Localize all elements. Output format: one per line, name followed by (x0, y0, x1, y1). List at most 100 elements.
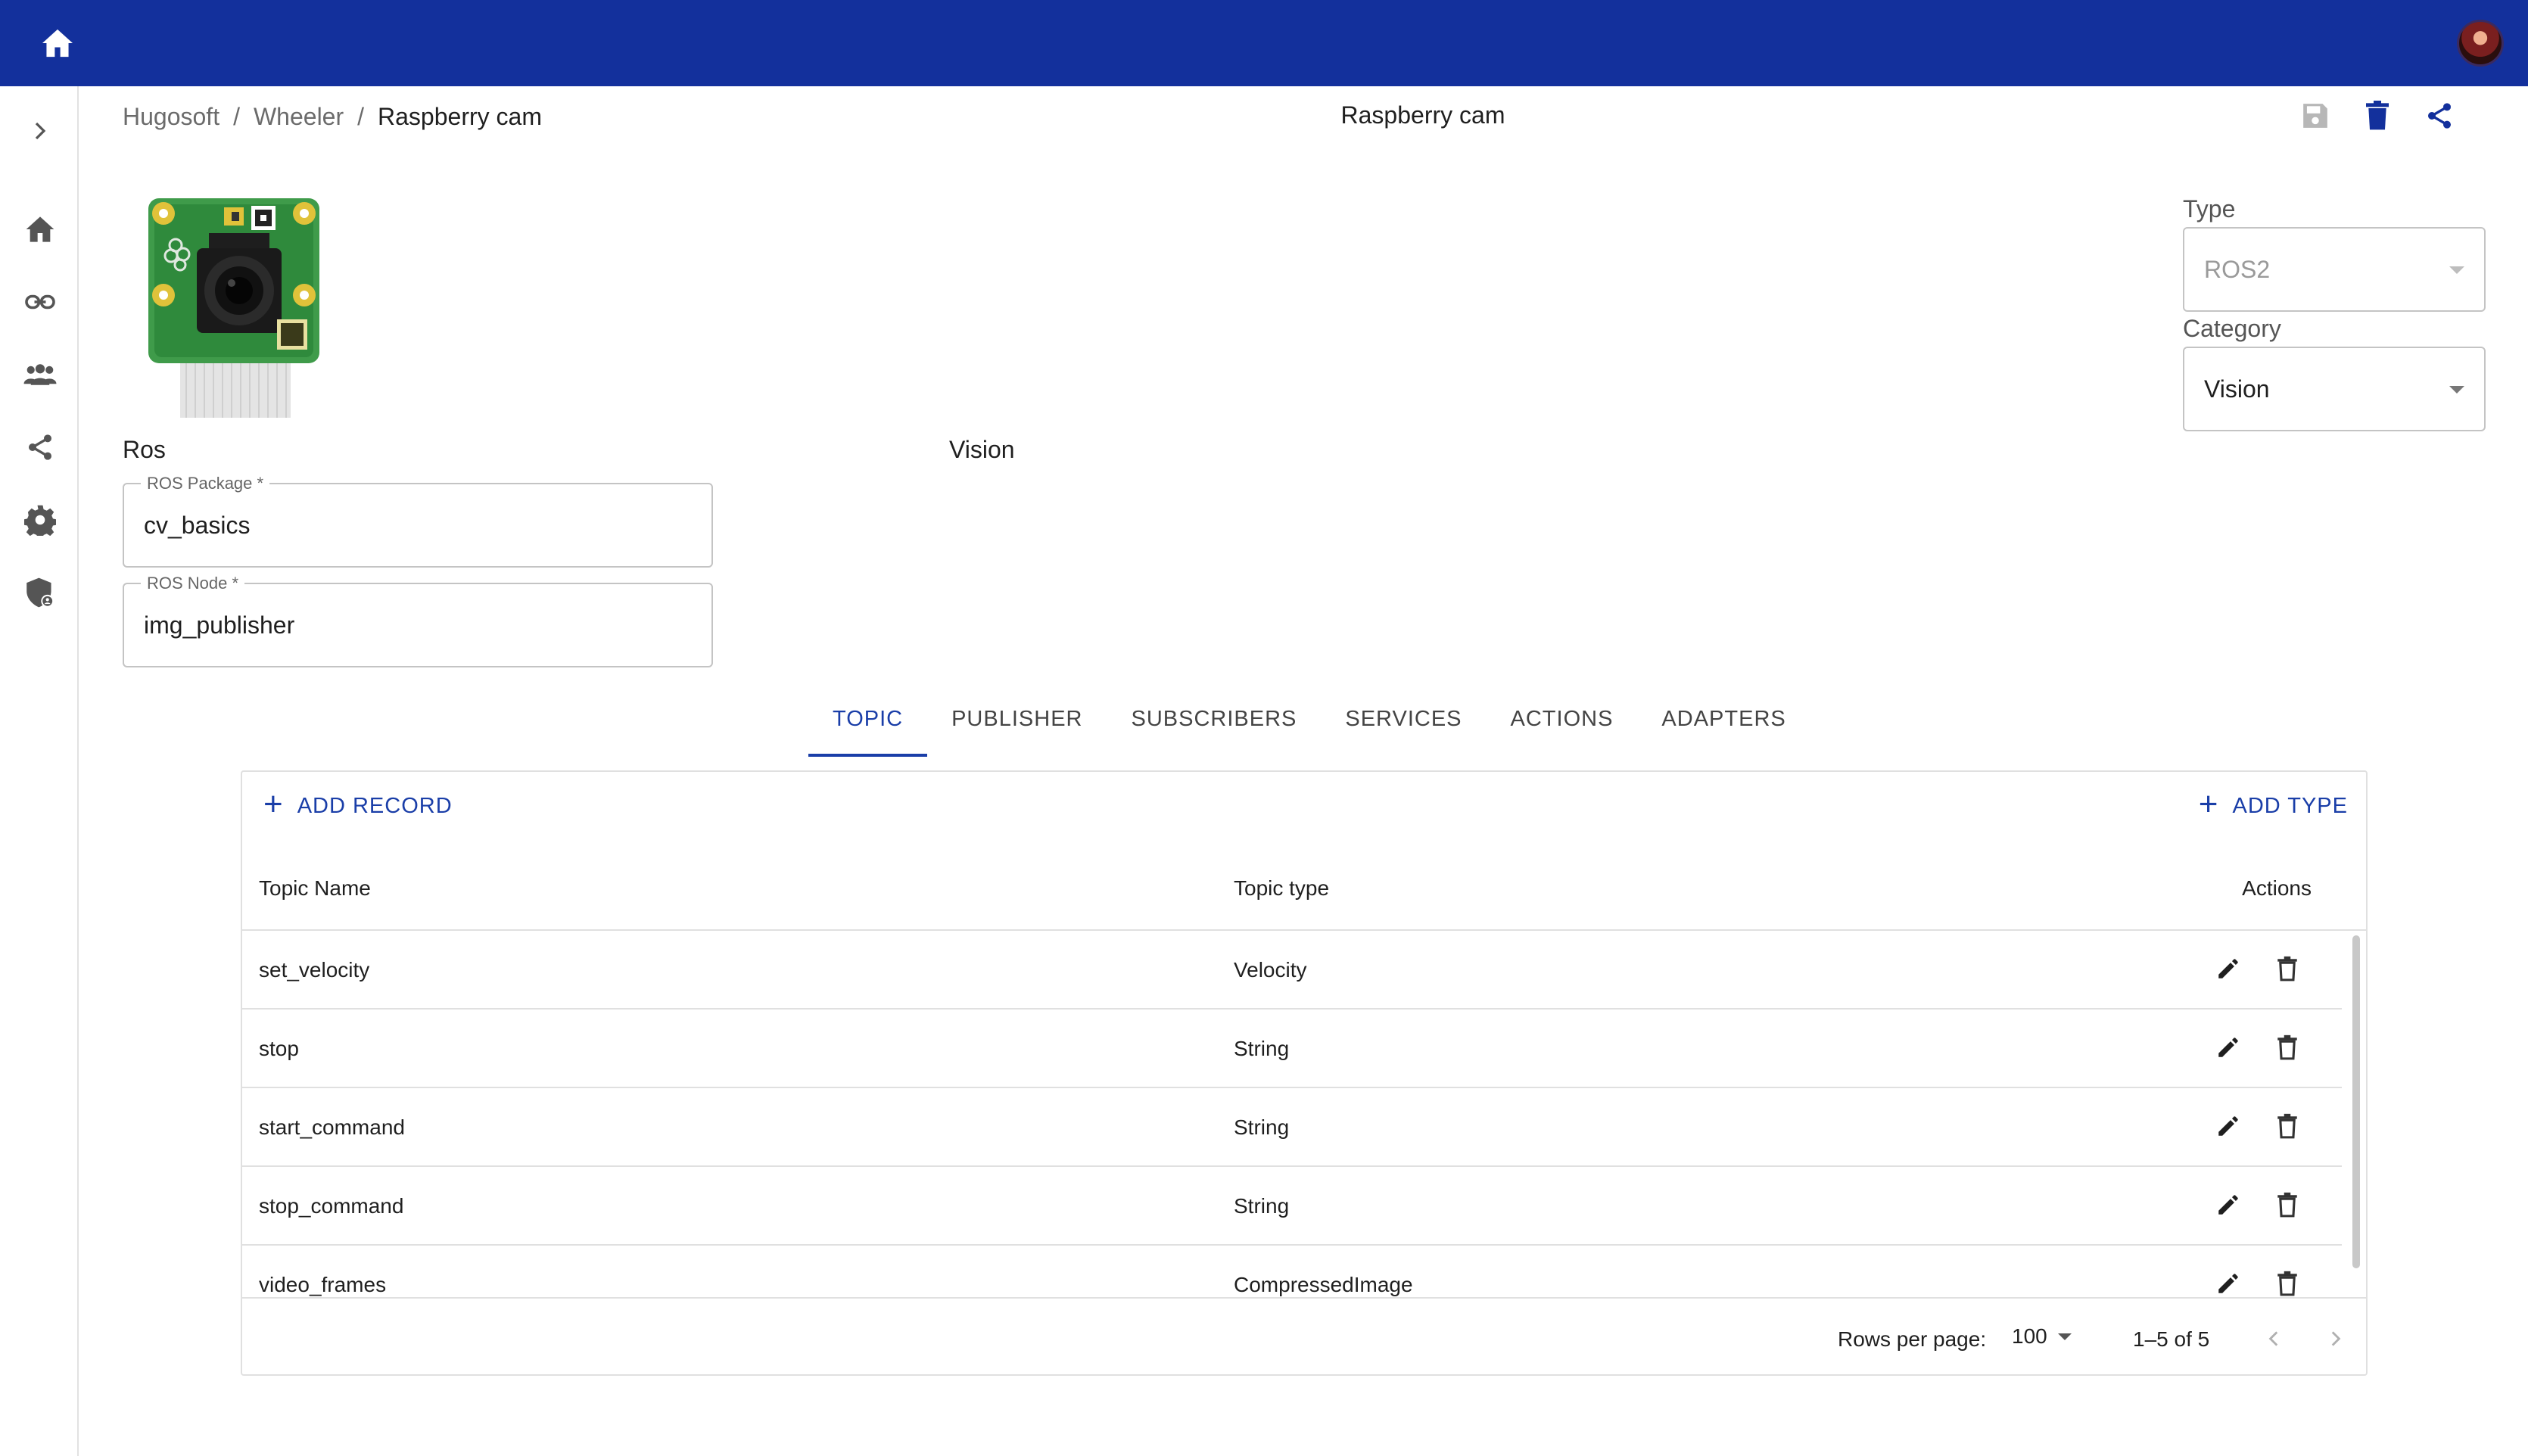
tab-publisher[interactable]: PUBLISHER (927, 681, 1107, 757)
column-header-actions: Actions (2242, 876, 2312, 900)
delete-row-button[interactable] (2266, 1105, 2309, 1147)
home-icon (42, 29, 73, 58)
tab-adapters[interactable]: ADAPTERS (1637, 681, 1810, 757)
delete-button[interactable] (2357, 95, 2398, 136)
tab-topic[interactable]: TOPIC (808, 681, 928, 757)
ros-node-field: ROS Node * (123, 574, 713, 667)
breadcrumb-item-wheeler[interactable]: Wheeler (254, 103, 344, 131)
table-row[interactable]: video_frames CompressedImage (242, 1246, 2342, 1297)
previous-page-button[interactable] (2256, 1320, 2293, 1358)
ros-node-label: ROS Node * (141, 574, 245, 593)
edit-button[interactable] (2207, 1262, 2249, 1297)
sidebar-item-home[interactable] (18, 207, 62, 251)
share-icon (2428, 103, 2451, 129)
chevron-right-icon (35, 122, 46, 140)
user-avatar[interactable] (2457, 20, 2504, 67)
table-row[interactable]: start_command String (242, 1088, 2342, 1167)
settings-icon (24, 505, 56, 536)
grid-header: Topic Name Topic type Actions (242, 838, 2366, 931)
sidebar-item-groups[interactable] (18, 353, 62, 397)
type-select[interactable]: ROS2 (2183, 227, 2486, 312)
sidebar (0, 86, 79, 1456)
category-select[interactable]: Vision (2183, 347, 2486, 431)
table-row[interactable]: set_velocity Velocity (242, 931, 2342, 1010)
rows-per-page-select[interactable]: 100 (2012, 1324, 2072, 1349)
admin-shield-icon (26, 577, 54, 608)
topic-type-cell: CompressedImage (1234, 1273, 1413, 1296)
edit-button[interactable] (2207, 1026, 2249, 1069)
topic-type-cell: Velocity (1234, 958, 1307, 982)
topic-name-cell: stop_command (259, 1194, 404, 1218)
pencil-icon (2218, 1195, 2238, 1215)
delete-row-button[interactable] (2266, 1026, 2309, 1069)
home-button[interactable] (30, 21, 85, 65)
save-button[interactable] (2295, 95, 2336, 136)
edit-button[interactable] (2207, 947, 2249, 990)
sidebar-item-links[interactable] (18, 280, 62, 324)
topic-grid: + ADD RECORD + ADD TYPE Topic Name Topic… (241, 770, 2368, 1376)
trash-outline-icon (2277, 1192, 2297, 1218)
share-icon (29, 434, 51, 460)
tab-services[interactable]: SERVICES (1321, 681, 1486, 757)
column-header-topic-name[interactable]: Topic Name (259, 876, 371, 901)
add-type-button[interactable]: + ADD TYPE (2187, 786, 2360, 826)
ros-package-label: ROS Package * (141, 474, 270, 493)
plus-icon: + (2198, 786, 2219, 823)
plus-icon: + (263, 786, 284, 823)
delete-row-button[interactable] (2266, 1184, 2309, 1226)
scrollbar-thumb[interactable] (2352, 935, 2360, 1268)
delete-row-button[interactable] (2266, 947, 2309, 990)
topic-type-cell: String (1234, 1037, 1290, 1060)
ros-package-field: ROS Package * (123, 474, 713, 568)
category-select-label: Category (2183, 315, 2281, 342)
breadcrumb: Hugosoft / Wheeler / Raspberry cam (123, 101, 542, 132)
table-row[interactable]: stop String (242, 1010, 2342, 1088)
type-select-label: Type (2183, 195, 2236, 222)
edit-button[interactable] (2207, 1105, 2249, 1147)
share-button[interactable] (2419, 95, 2460, 136)
tab-bar: TOPIC PUBLISHER SUBSCRIBERS SERVICES ACT… (808, 681, 1810, 757)
pencil-icon (2218, 1116, 2238, 1136)
save-icon (2303, 104, 2327, 128)
ros-node-input[interactable] (144, 611, 689, 639)
chevron-left-icon (2268, 1331, 2278, 1346)
add-record-button[interactable]: + ADD RECORD (251, 786, 465, 826)
raspberry-camera-module-image (148, 198, 322, 419)
column-header-topic-type[interactable]: Topic type (1234, 876, 1329, 901)
delete-icon (2366, 101, 2389, 130)
table-row[interactable]: stop_command String (242, 1167, 2342, 1246)
breadcrumb-separator: / (233, 102, 240, 130)
chevron-right-icon (2331, 1331, 2341, 1346)
home-icon (26, 216, 54, 242)
page-title: Raspberry cam (1340, 101, 1505, 129)
trash-outline-icon (2277, 1113, 2297, 1139)
tab-actions[interactable]: ACTIONS (1487, 681, 1638, 757)
trash-outline-icon (2277, 1034, 2297, 1060)
sidebar-item-share[interactable] (18, 425, 62, 469)
delete-row-button[interactable] (2266, 1262, 2309, 1297)
edit-button[interactable] (2207, 1184, 2249, 1226)
topic-type-cell: String (1234, 1115, 1290, 1139)
rows-per-page-value: 100 (2012, 1324, 2047, 1348)
sidebar-item-admin[interactable] (18, 571, 62, 614)
type-select-value: ROS2 (2204, 256, 2271, 283)
breadcrumb-separator: / (357, 102, 365, 130)
topic-name-cell: set_velocity (259, 958, 370, 982)
grid-footer: Rows per page: 100 1–5 of 5 (242, 1297, 2366, 1376)
topic-name-cell: video_frames (259, 1273, 387, 1296)
tab-subscribers[interactable]: SUBSCRIBERS (1107, 681, 1321, 757)
top-actions (2295, 95, 2460, 136)
app-bar (0, 0, 2528, 86)
add-record-label: ADD RECORD (297, 793, 453, 818)
category-select-value: Vision (2204, 375, 2270, 403)
ros-package-input[interactable] (144, 512, 689, 540)
expand-sidebar-button[interactable] (18, 109, 62, 153)
pagination-range: 1–5 of 5 (2133, 1327, 2210, 1351)
topic-type-cell: String (1234, 1194, 1290, 1218)
chevron-down-icon (2449, 266, 2464, 274)
next-page-button[interactable] (2316, 1320, 2354, 1358)
pencil-icon (2218, 959, 2238, 978)
grid-scrollbar[interactable] (2349, 920, 2363, 1291)
sidebar-item-settings[interactable] (18, 498, 62, 542)
breadcrumb-item-hugosoft[interactable]: Hugosoft (123, 103, 219, 131)
